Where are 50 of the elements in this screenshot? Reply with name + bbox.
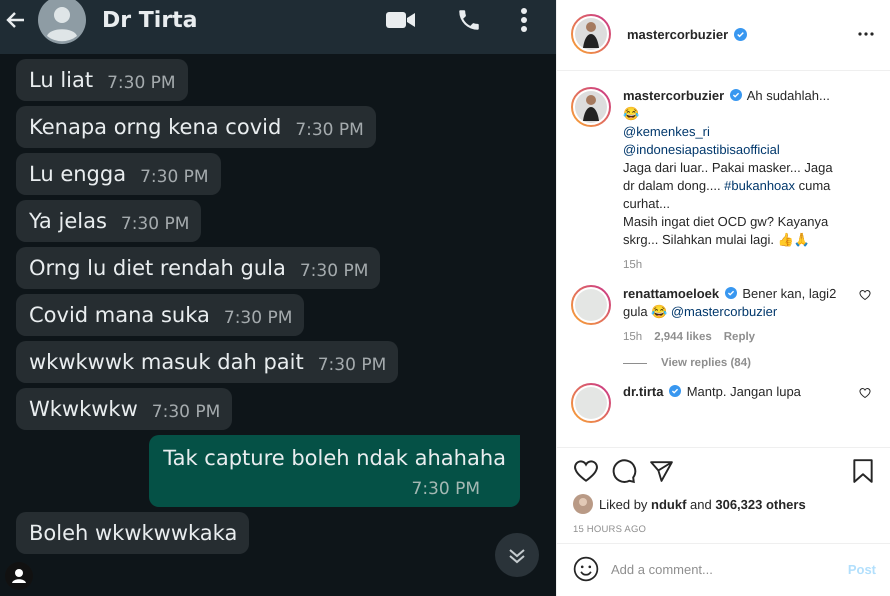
avatar-icon bbox=[573, 494, 593, 514]
heart-icon[interactable] bbox=[573, 458, 599, 484]
heart-icon[interactable] bbox=[859, 387, 871, 399]
message-text: Covid mana suka bbox=[29, 302, 210, 329]
message-text: Ya jelas bbox=[29, 208, 107, 235]
message-text: Lu liat bbox=[29, 67, 94, 94]
liked-by-text: Liked by ndukf and 306,323 others bbox=[599, 496, 806, 512]
caption-text: mastercorbuzier Ah sudahlah... 😂 @kemenkes_ri @indonesiapastibisaofficial Jaga dari luar.. Pakai masker... Jaga dr dalam dong.... #bukanhoax cuma curhat... Masih ingat diet OCD gw? Kayanya skrg... Silahkan mulai lagi. 👍🙏 bbox=[623, 87, 834, 249]
username[interactable]: dr.tirta bbox=[623, 384, 664, 399]
mention-link[interactable]: @indonesiapastibisaofficial bbox=[623, 142, 780, 157]
username[interactable]: mastercorbuzier bbox=[627, 26, 728, 42]
video-call-icon[interactable] bbox=[386, 10, 416, 30]
message-time: 7:30 PM bbox=[140, 166, 209, 189]
mention-link[interactable]: @kemenkes_ri bbox=[623, 124, 710, 139]
message-time: 7:30 PM bbox=[295, 119, 364, 142]
message-text: Orng lu diet rendah gula bbox=[29, 255, 286, 282]
comment-text: dr.tirta Mantp. Jangan lupa bbox=[623, 383, 802, 401]
avatar-icon[interactable] bbox=[571, 14, 611, 54]
scroll-down-icon[interactable] bbox=[495, 533, 539, 577]
comment-text: renattamoeloek Bener kan, lagi2 gula 😂 @mastercorbuzier bbox=[623, 285, 838, 321]
mention-link[interactable]: @mastercorbuzier bbox=[670, 304, 778, 319]
menu-icon[interactable] bbox=[520, 7, 528, 33]
user-tag-icon[interactable] bbox=[5, 562, 33, 590]
hashtag-link[interactable]: #bukanhoax bbox=[724, 178, 796, 193]
message-time: 7:30 PM bbox=[107, 72, 176, 95]
username[interactable]: mastercorbuzier bbox=[623, 88, 724, 103]
message-time: 7:30 PM bbox=[300, 260, 368, 283]
share-icon[interactable] bbox=[649, 458, 674, 484]
heart-icon[interactable] bbox=[859, 289, 871, 301]
emoji-icon[interactable] bbox=[573, 556, 599, 582]
message-time: 7:30 PM bbox=[224, 307, 292, 330]
post-time: 15h bbox=[623, 259, 644, 271]
message-text: Lu engga bbox=[29, 161, 126, 188]
post-timestamp: 15 HOURS AGO bbox=[573, 524, 648, 535]
more-options-icon[interactable] bbox=[858, 32, 874, 36]
message-time: 7:30 PM bbox=[412, 478, 480, 501]
message-text: Tak capture boleh ndak ahahaha bbox=[163, 445, 506, 472]
message-text: wkwkwwk masuk dah pait bbox=[29, 349, 304, 376]
message-text: Kenapa orng kena covid bbox=[29, 114, 282, 141]
comment-icon[interactable] bbox=[611, 458, 637, 484]
avatar-icon[interactable] bbox=[571, 87, 611, 127]
message-time: 7:30 PM bbox=[120, 213, 190, 236]
username[interactable]: renattamoeloek bbox=[623, 286, 720, 301]
message-time: 7:30 PM bbox=[152, 401, 220, 424]
comment-time: 15h bbox=[623, 331, 642, 343]
contact-name: Dr Tirta bbox=[102, 8, 198, 32]
avatar-icon bbox=[38, 0, 86, 44]
message-time: 7:30 PM bbox=[318, 354, 386, 377]
message-text: Wkwkwkw bbox=[29, 396, 138, 423]
message-text: Boleh wkwkwwkaka bbox=[29, 520, 238, 547]
